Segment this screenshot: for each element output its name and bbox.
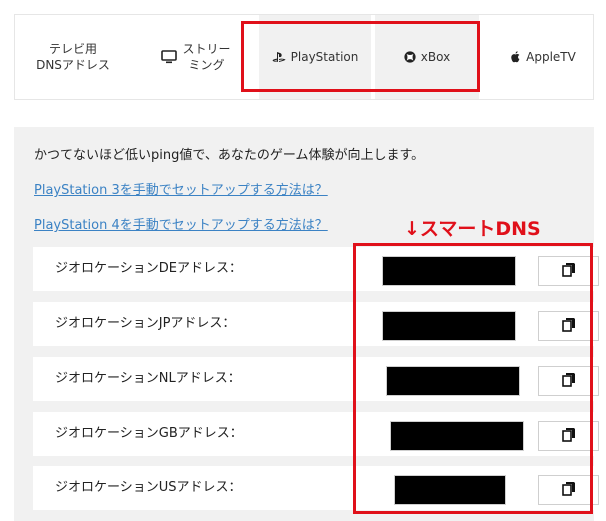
tab-appletv-label: AppleTV [526, 50, 576, 64]
tab-streaming[interactable]: ストリー ミング [141, 15, 251, 99]
ps3-setup-link[interactable]: PlayStation 3を手動でセットアップする方法は？ [34, 179, 328, 198]
row-label: ジオロケーションDEアドレス： [55, 261, 242, 276]
tab-streaming-label: ストリー ミング [182, 42, 231, 72]
smart-dns-annotation: ↓スマートDNS [404, 218, 541, 240]
tab-tv-dns[interactable]: テレビ用 DNSアドレス [23, 15, 123, 99]
tab-highlight-frame [241, 21, 480, 92]
tab-tv-dns-label: テレビ用 DNSアドレス [36, 42, 110, 72]
row-label: ジオロケーションNLアドレス： [55, 371, 241, 386]
ps4-setup-link[interactable]: PlayStation 4を手動でセットアップする方法は？ [34, 214, 328, 233]
panel-description: かつてないほど低いping値で、あなたのゲーム体験が向上します。 [34, 148, 425, 163]
dns-highlight-frame [353, 243, 593, 514]
monitor-icon [161, 50, 178, 64]
tab-appletv[interactable]: AppleTV [493, 15, 593, 99]
apple-icon [510, 51, 521, 63]
row-label: ジオロケーションUSアドレス： [55, 480, 242, 495]
active-tab-pointer [286, 100, 314, 118]
row-label: ジオロケーションGBアドレス： [55, 426, 243, 441]
row-label: ジオロケーションJPアドレス： [55, 316, 236, 331]
